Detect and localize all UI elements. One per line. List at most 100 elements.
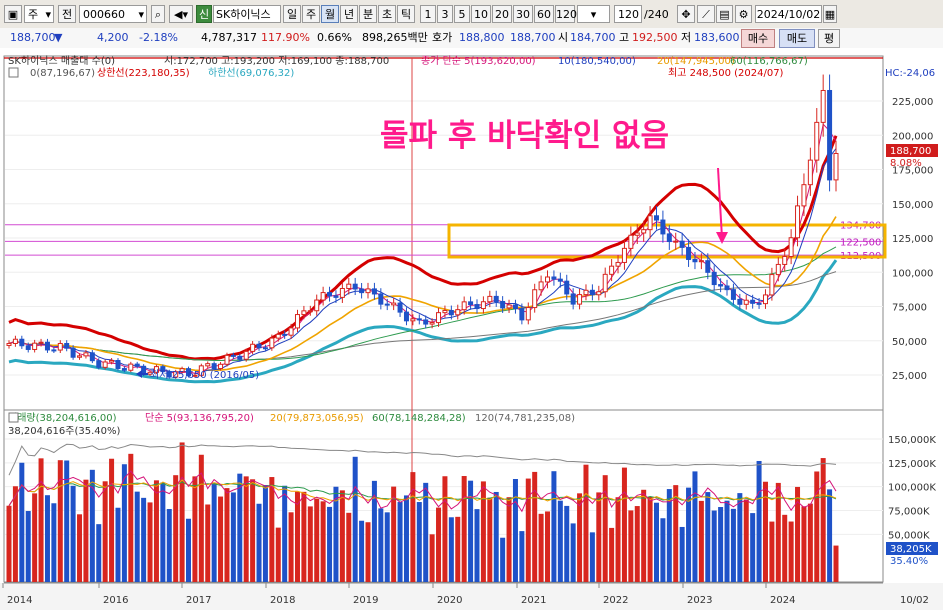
legend-toggle-icon[interactable] bbox=[8, 67, 19, 78]
current-price: 188,700 bbox=[10, 31, 56, 44]
period-button-second[interactable]: 초 bbox=[378, 5, 396, 23]
period-button-tick[interactable]: 틱 bbox=[397, 5, 415, 23]
candle-body bbox=[275, 333, 281, 339]
volume-bar bbox=[25, 511, 31, 582]
candle-body bbox=[314, 299, 320, 312]
num-button-120[interactable]: 120 bbox=[555, 5, 577, 23]
layout-icon[interactable]: ▣ bbox=[4, 5, 22, 23]
num-button-60[interactable]: 60 bbox=[534, 5, 554, 23]
volume-bar bbox=[743, 499, 749, 582]
volume-bar bbox=[506, 497, 512, 582]
price-axis-label: 50,000 bbox=[892, 337, 927, 348]
candle-body bbox=[756, 302, 762, 305]
volume-bar bbox=[609, 527, 615, 582]
volume-legend-toggle-icon[interactable] bbox=[8, 412, 19, 423]
volume-bar bbox=[557, 500, 563, 582]
candle-body bbox=[673, 240, 679, 243]
candle-body bbox=[506, 304, 512, 309]
candle-body bbox=[301, 310, 307, 316]
gear-icon[interactable]: ⚙ bbox=[735, 5, 752, 23]
calendar-icon[interactable]: ▦ bbox=[823, 5, 837, 23]
candle-body bbox=[750, 299, 756, 304]
period-button-month[interactable]: 월 bbox=[321, 5, 339, 23]
volume-bar bbox=[730, 508, 736, 582]
x-axis-label: 2014 bbox=[7, 595, 32, 606]
volume-bar bbox=[615, 497, 621, 582]
volume-bar bbox=[262, 485, 268, 582]
volume-bar bbox=[577, 493, 583, 582]
candle-body bbox=[423, 319, 429, 325]
buy-button[interactable]: 매수 bbox=[741, 29, 775, 48]
volume-bar bbox=[718, 507, 724, 582]
num-button-5[interactable]: 5 bbox=[454, 5, 470, 23]
candle-body bbox=[339, 287, 345, 298]
prev-button[interactable]: 전 bbox=[58, 5, 76, 23]
volume-bar bbox=[186, 518, 192, 582]
num-button-10[interactable]: 10 bbox=[471, 5, 491, 23]
candle-body bbox=[416, 318, 422, 321]
crosshair-icon[interactable]: ✥ bbox=[677, 5, 695, 23]
candle-body bbox=[51, 349, 57, 352]
search-icon[interactable]: ⌕ bbox=[151, 5, 165, 23]
volume-bar bbox=[250, 479, 256, 582]
stock-name-field[interactable]: SK하이닉스 bbox=[213, 5, 281, 23]
date-input[interactable]: 2024/10/02 bbox=[755, 5, 822, 23]
candle-body bbox=[583, 289, 589, 296]
candle-body bbox=[224, 354, 230, 365]
candle-body bbox=[205, 363, 211, 367]
volume-bar bbox=[807, 503, 813, 582]
volume-axis-label: 50,000K bbox=[888, 530, 930, 541]
candle-body bbox=[44, 341, 50, 351]
eval-button[interactable]: 평 bbox=[818, 29, 840, 48]
volume-bar bbox=[468, 480, 474, 582]
chart-toolbar: ▣ 주 ▾ 전 000660 ▾ ⌕ ◀▾ 신 SK하이닉스 일 주 월 년 분 초… bbox=[0, 0, 943, 29]
candle-body bbox=[609, 265, 615, 275]
candle-body bbox=[653, 215, 659, 221]
candle-body bbox=[551, 276, 557, 280]
volume-bar bbox=[500, 537, 506, 582]
candle-body bbox=[346, 283, 352, 289]
count-input[interactable]: 120 bbox=[614, 5, 642, 23]
volume-bar bbox=[647, 496, 653, 582]
volume-bar bbox=[378, 508, 384, 582]
chevron-down-icon: ▾ bbox=[138, 8, 144, 21]
volume-bar bbox=[294, 491, 300, 582]
volume-bar bbox=[820, 458, 826, 582]
volume-bar bbox=[384, 512, 390, 582]
sell-button[interactable]: 매도 bbox=[779, 29, 815, 48]
candle-body bbox=[596, 291, 602, 296]
stock-code-input[interactable]: 000660 ▾ bbox=[79, 5, 147, 23]
x-axis-label: 10/02 bbox=[900, 595, 929, 606]
period-select[interactable]: 주 ▾ bbox=[24, 5, 54, 23]
trendline-icon[interactable]: ⟋ bbox=[697, 5, 715, 23]
speaker-icon[interactable]: ◀▾ bbox=[169, 5, 193, 23]
candle-body bbox=[698, 260, 704, 263]
candle-body bbox=[256, 343, 262, 349]
bid-price: 188,800 bbox=[459, 31, 505, 44]
candle-body bbox=[102, 361, 108, 368]
save-icon[interactable]: ▤ bbox=[716, 5, 733, 23]
candle-body bbox=[333, 295, 339, 298]
num-button-20[interactable]: 20 bbox=[492, 5, 512, 23]
candle-body bbox=[32, 342, 38, 350]
num-button-1[interactable]: 1 bbox=[420, 5, 436, 23]
num-button-3[interactable]: 3 bbox=[437, 5, 453, 23]
period-button-year[interactable]: 년 bbox=[340, 5, 358, 23]
volume-bar bbox=[6, 505, 12, 582]
candle-body bbox=[211, 363, 217, 370]
stock-chart[interactable]: 134,700122,500112,500 SK하이닉스 매출대 수(0) 시:… bbox=[0, 48, 943, 610]
candle-body bbox=[801, 184, 807, 207]
period-button-minute[interactable]: 분 bbox=[359, 5, 377, 23]
low-price: 183,600 bbox=[694, 31, 740, 44]
count-total: /240 bbox=[644, 8, 669, 21]
candle-body bbox=[820, 89, 826, 123]
num-button-30[interactable]: 30 bbox=[513, 5, 533, 23]
volume-bar bbox=[301, 491, 307, 582]
x-axis-label: 2017 bbox=[186, 595, 211, 606]
period-button-day[interactable]: 일 bbox=[283, 5, 301, 23]
volume-bar bbox=[166, 509, 172, 582]
period-button-week[interactable]: 주 bbox=[302, 5, 320, 23]
x-axis-band bbox=[0, 583, 943, 610]
num-dropdown[interactable]: ▾ bbox=[577, 5, 610, 23]
volume-bar bbox=[641, 489, 647, 582]
